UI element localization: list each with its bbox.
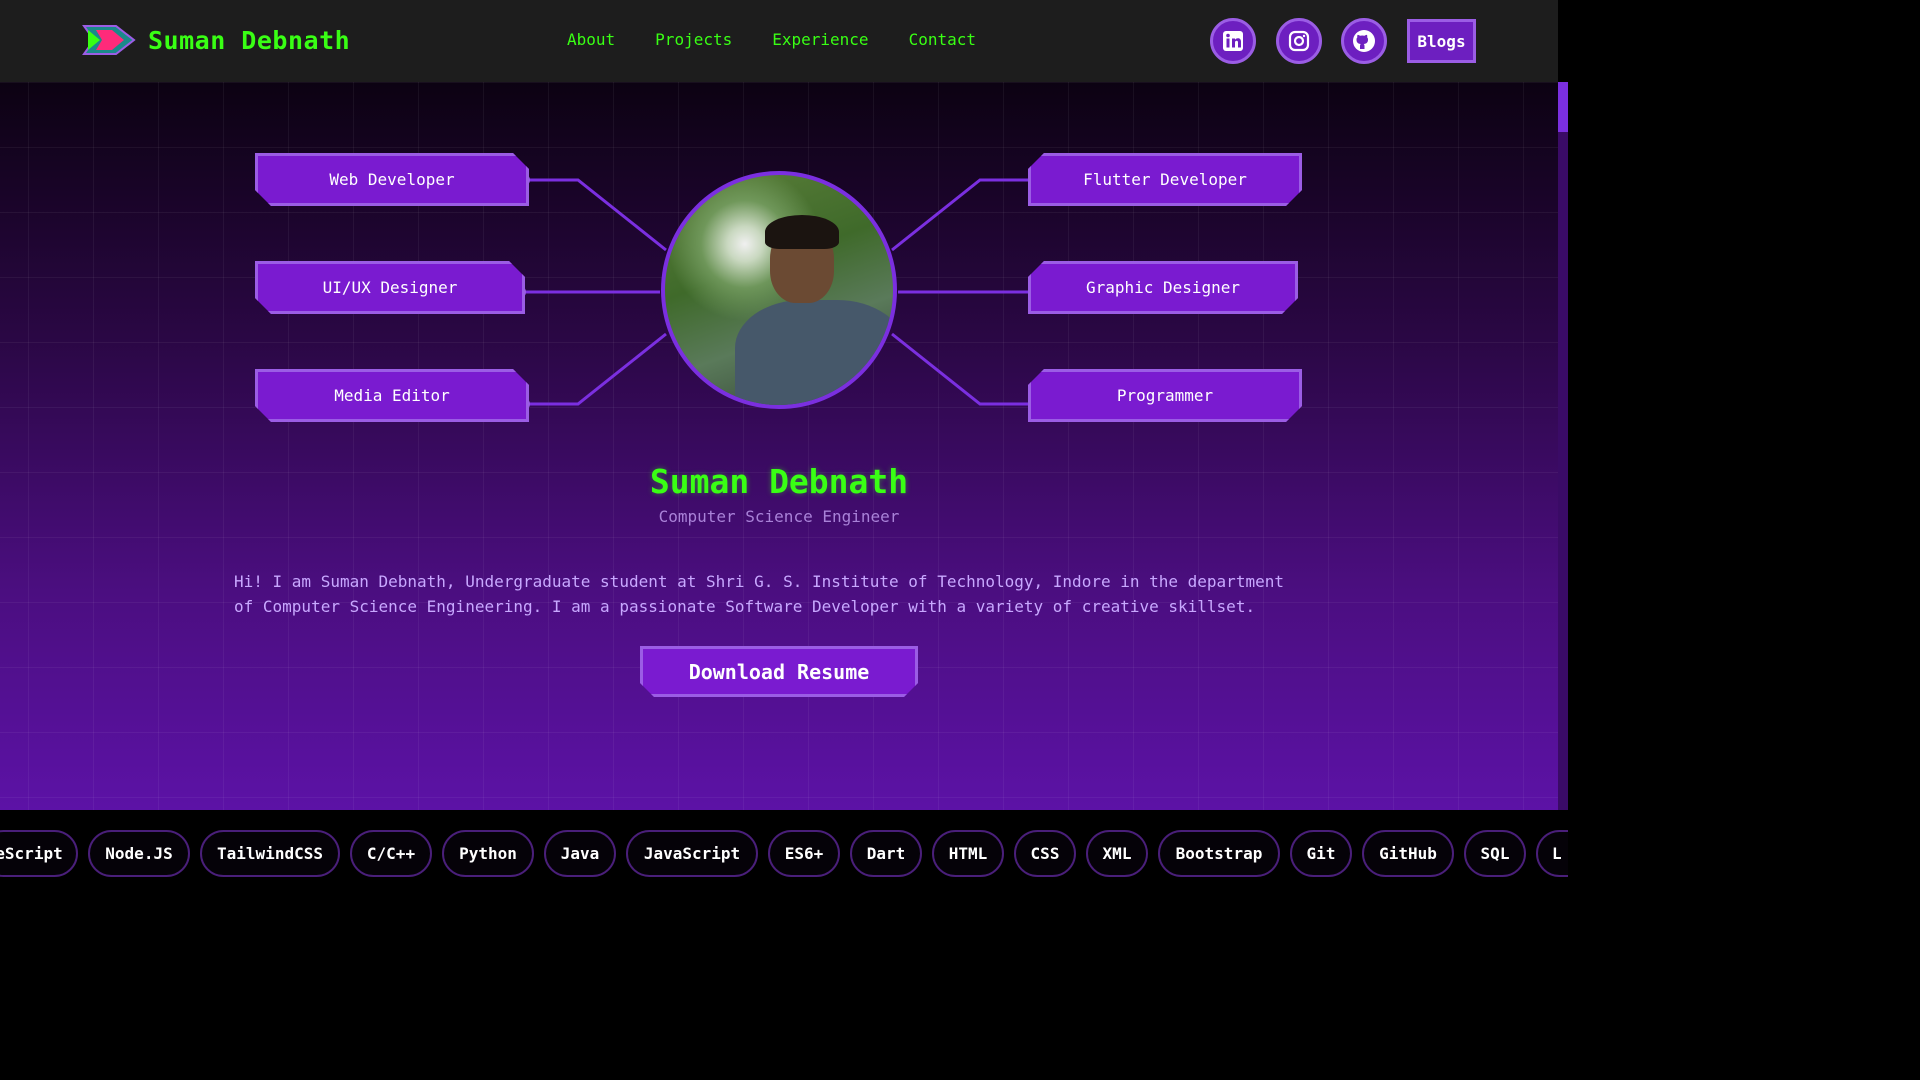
profile-photo xyxy=(661,171,897,409)
skill-chip: JavaScript xyxy=(626,830,758,877)
role-tag-flutter-developer: Flutter Developer xyxy=(1028,153,1302,206)
skill-chip: HTML xyxy=(932,830,1004,877)
skill-chip: Git xyxy=(1290,830,1352,877)
role-tag-media-editor: Media Editor xyxy=(255,369,529,422)
skill-chip: eScript xyxy=(0,830,78,877)
skill-chip: L xyxy=(1536,830,1568,877)
profile-bio: Hi! I am Suman Debnath, Undergraduate st… xyxy=(234,570,1324,619)
profile-subtitle: Computer Science Engineer xyxy=(658,507,900,526)
role-tag-programmer: Programmer xyxy=(1028,369,1302,422)
skill-chip: C/C++ xyxy=(350,830,432,877)
skill-chip: ES6+ xyxy=(768,830,840,877)
skill-chip: Java xyxy=(544,830,616,877)
skill-chip: XML xyxy=(1086,830,1148,877)
skill-chip: TailwindCSS xyxy=(200,830,340,877)
profile-name: Suman Debnath xyxy=(649,462,909,501)
download-resume-button[interactable]: Download Resume xyxy=(640,646,918,697)
skill-chip: Bootstrap xyxy=(1158,830,1280,877)
skill-chip: Dart xyxy=(850,830,922,877)
skill-chip: Node.JS xyxy=(88,830,190,877)
role-tag-web-developer: Web Developer xyxy=(255,153,529,206)
role-tag-graphic-designer: Graphic Designer xyxy=(1028,261,1298,314)
bio-line-2: of Computer Science Engineering. I am a … xyxy=(234,596,1256,616)
skill-chip: SQL xyxy=(1464,830,1526,877)
bio-line-1: Hi! I am Suman Debnath, Undergraduate st… xyxy=(234,572,1284,591)
skill-chip: CSS xyxy=(1014,830,1076,877)
role-tag-ui-ux-designer: UI/UX Designer xyxy=(255,261,525,314)
skills-marquee: eScript Node.JS TailwindCSS C/C++ Python… xyxy=(0,810,1568,882)
scrollbar-track[interactable] xyxy=(1558,82,1568,882)
skill-chip: Python xyxy=(442,830,534,877)
scrollbar-thumb[interactable] xyxy=(1558,82,1568,132)
skill-chip: GitHub xyxy=(1362,830,1454,877)
